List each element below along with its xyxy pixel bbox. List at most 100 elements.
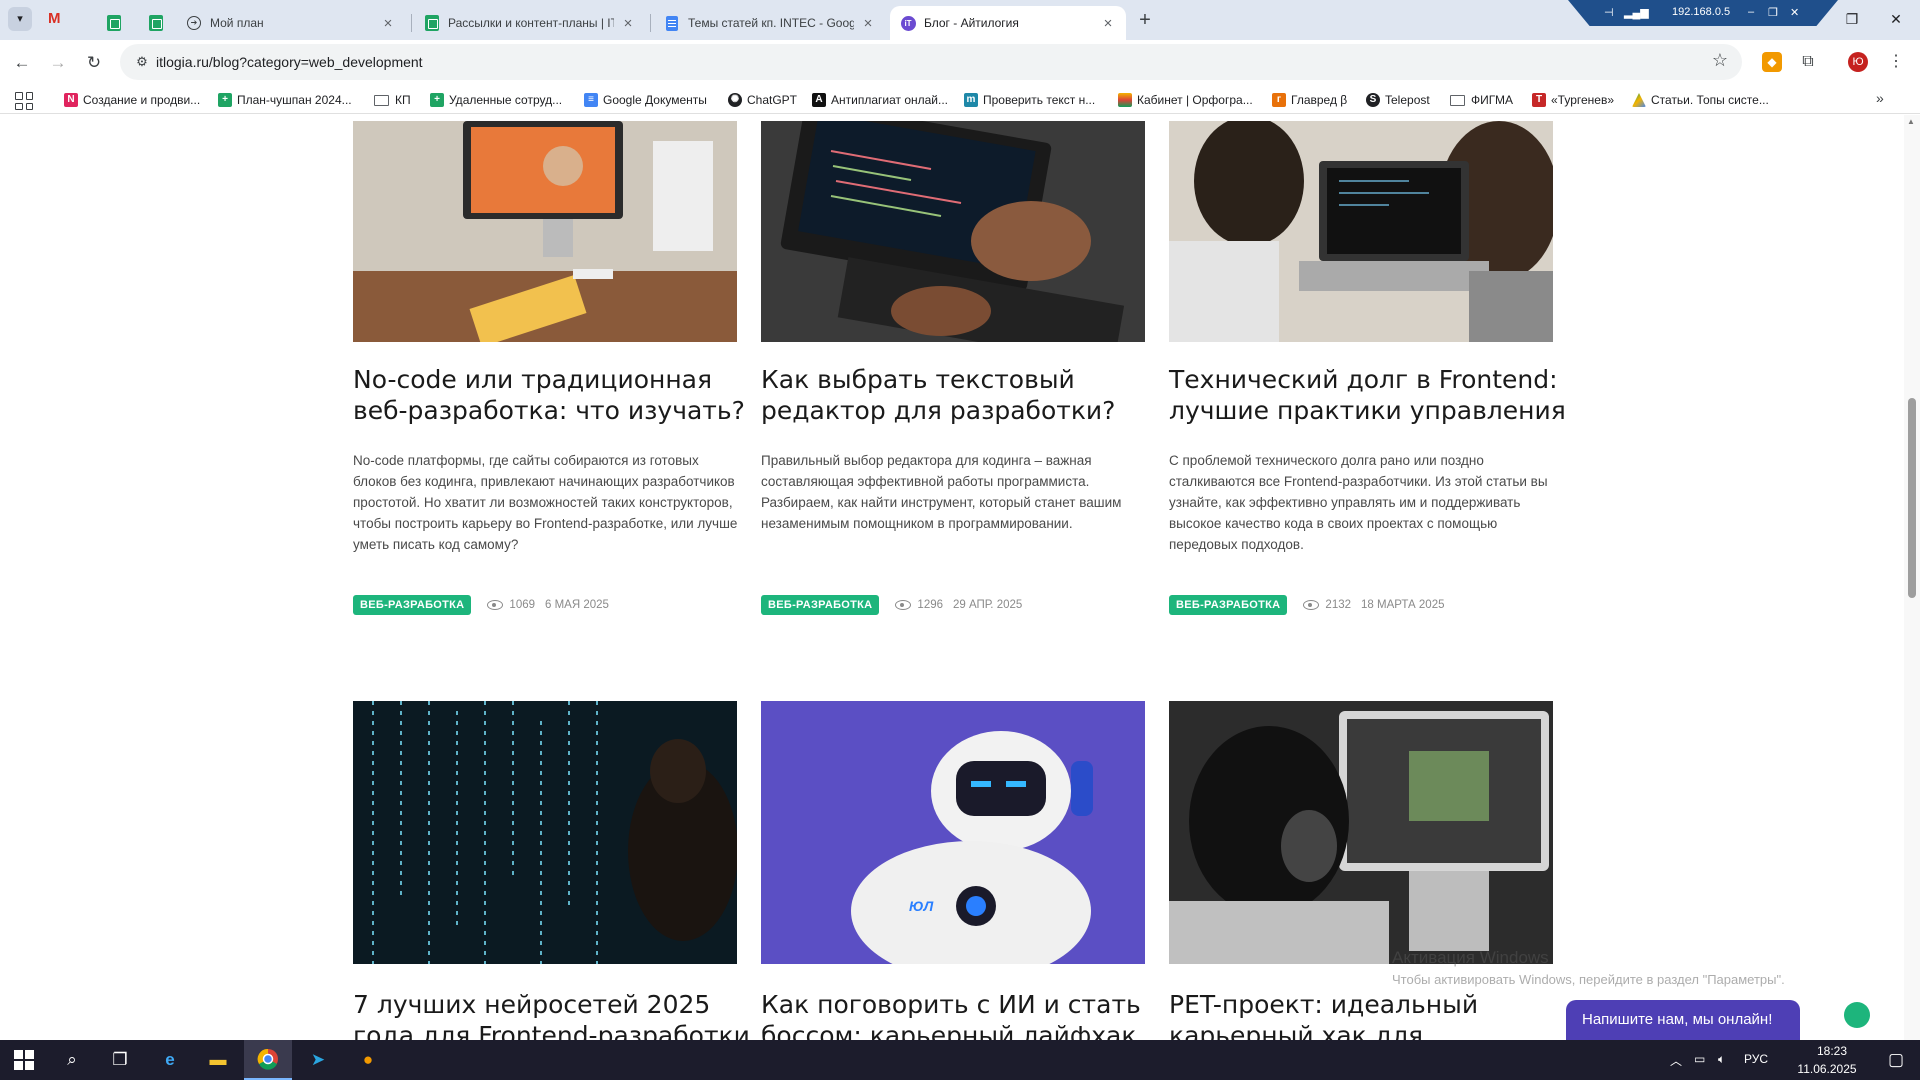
bookmark-folder[interactable]: ФИГМА (1450, 90, 1513, 110)
matrix-code-image (353, 701, 737, 964)
close-window-icon[interactable]: ✕ (1876, 6, 1916, 32)
tab-my-plan[interactable]: ➔ Мой план × (176, 6, 406, 40)
bookmark-item[interactable]: + План-чушпан 2024... (218, 90, 352, 110)
tab-article-topics[interactable]: Темы статей кп. INTEC - Goog × (654, 6, 886, 40)
extensions-puzzle-icon[interactable]: ⧉ (1798, 52, 1818, 72)
bookmark-item[interactable]: Статьи. Топы систе... (1632, 90, 1769, 110)
scroll-up-arrow-icon[interactable]: ▲ (1907, 117, 1915, 126)
bookmark-item[interactable]: T «Тургенев» (1532, 90, 1614, 110)
bookmark-item[interactable]: ✺ ChatGPT (728, 90, 797, 110)
network-icon[interactable]: ▭ (1694, 1052, 1705, 1066)
profile-avatar[interactable]: Ю (1848, 52, 1868, 72)
bookmark-item[interactable]: + Удаленные сотруд... (430, 90, 562, 110)
tab-mailings[interactable]: Рассылки и контент-планы | IT × (414, 6, 646, 40)
back-arrow-icon[interactable]: ← (8, 49, 36, 77)
team-laptop-image (1169, 121, 1553, 342)
robot-label: ЮЛ (909, 898, 934, 914)
page-scrollbar[interactable]: ▲ (1904, 115, 1920, 1040)
language-indicator[interactable]: РУС (1744, 1052, 1768, 1066)
chat-widget-button[interactable]: Напишите нам, мы онлайн! (1566, 1000, 1800, 1040)
address-bar[interactable]: ⚙ itlogia.ru/blog?category=web_developme… (120, 44, 1742, 80)
volume-icon[interactable]: 🔈︎ (1718, 1052, 1725, 1067)
bookmark-item[interactable]: Кабинет | Орфогра... (1118, 90, 1253, 110)
scroll-thumb[interactable] (1908, 398, 1916, 598)
article-image[interactable] (353, 701, 737, 964)
article-image[interactable] (761, 121, 1145, 342)
article-image[interactable]: ЮЛ (761, 701, 1145, 964)
bookmark-label: ChatGPT (747, 93, 798, 107)
vpn-minimize-icon[interactable]: – (1748, 6, 1754, 18)
bookmark-item[interactable]: г Главред β (1272, 90, 1347, 110)
view-count: 1296 (917, 599, 944, 611)
new-tab-button[interactable]: + (1132, 8, 1158, 34)
tab-blog-active[interactable]: iT Блог - Айтилогия × (890, 6, 1126, 40)
yandex-app-icon[interactable]: ● (344, 1040, 392, 1080)
bookmark-label: Главред β (1291, 93, 1348, 107)
telegram-icon[interactable]: ➤ (294, 1040, 342, 1080)
article-title[interactable]: Как выбрать текстовый редактор для разра… (761, 364, 1161, 426)
article-image[interactable] (353, 121, 737, 342)
tab-sheets-pinned-2[interactable] (138, 6, 168, 40)
article-image[interactable] (1169, 701, 1553, 964)
tab-search-button[interactable]: ▾ (8, 7, 32, 31)
bookmark-label: Проверить текст н... (983, 93, 1096, 107)
article-title[interactable]: PET-проект: идеальный карьерный хак для (1169, 989, 1569, 1040)
article-image[interactable] (1169, 121, 1553, 342)
article-card[interactable]: No-code или традиционная веб-разработка:… (353, 115, 745, 635)
reload-icon[interactable]: ↻ (80, 49, 108, 77)
notifications-icon[interactable]: ▢ (1872, 1040, 1920, 1080)
tab-sheets-pinned[interactable] (96, 6, 126, 40)
article-title[interactable]: Как поговорить с ИИ и стать боссом: карь… (761, 989, 1161, 1040)
close-tab-icon[interactable]: × (620, 15, 636, 32)
bookmark-item[interactable]: A Антиплагиат онлай... (812, 90, 948, 110)
article-card[interactable]: ЮЛ Как поговорить с ИИ и стать боссом: к… (761, 701, 1145, 1040)
extension-shield-icon[interactable]: ◆ (1762, 52, 1782, 72)
bookmark-item[interactable]: m Проверить текст н... (964, 90, 1095, 110)
article-card[interactable]: PET-проект: идеальный карьерный хак для (1169, 701, 1553, 1040)
bookmark-folder[interactable]: КП (374, 90, 411, 110)
close-tab-icon[interactable]: × (1100, 15, 1116, 32)
bookmark-star-icon[interactable]: ☆ (1712, 50, 1728, 71)
apps-grid-icon[interactable] (15, 92, 33, 110)
site-info-icon[interactable]: ⚙ (132, 52, 152, 72)
gmail-tab-icon[interactable]: M (48, 10, 70, 28)
article-card[interactable]: Технический долг в Frontend: лучшие прак… (1169, 115, 1566, 635)
article-card[interactable]: 7 лучших нейросетей 2025 года для Fronte… (353, 701, 750, 1040)
start-button[interactable] (0, 1040, 48, 1080)
article-card[interactable]: Как выбрать текстовый редактор для разра… (761, 115, 1145, 635)
menu-kebab-icon[interactable]: ⋮ (1886, 52, 1906, 72)
more-bookmarks-icon[interactable]: » (1876, 90, 1884, 106)
url-text[interactable]: itlogia.ru/blog?category=web_development (156, 54, 423, 70)
article-description: Правильный выбор редактора для кодинга –… (761, 453, 1122, 531)
category-badge[interactable]: ВЕБ-РАЗРАБОТКА (761, 595, 880, 615)
chrome-icon[interactable] (244, 1040, 292, 1080)
tray-chevron-icon[interactable]: ︿ (1670, 1052, 1682, 1069)
article-title[interactable]: Технический долг в Frontend: лучшие прак… (1169, 364, 1569, 426)
close-tab-icon[interactable]: × (380, 15, 396, 32)
category-badge[interactable]: ВЕБ-РАЗРАБОТКА (353, 595, 472, 615)
article-meta: ВЕБ-РАЗРАБОТКА 1069 6 МАЯ 2025 (353, 595, 609, 615)
bookmark-item[interactable]: ≡ Google Документы (584, 90, 707, 110)
category-badge[interactable]: ВЕБ-РАЗРАБОТКА (1169, 595, 1288, 615)
bookmark-label: Создание и продви... (83, 93, 201, 107)
sheets-icon (148, 15, 164, 31)
vpn-restore-icon[interactable]: ❐ (1768, 6, 1778, 19)
vpn-close-icon[interactable]: ✕ (1790, 6, 1799, 19)
search-icon[interactable]: ⌕ (48, 1040, 96, 1080)
tab-title: Рассылки и контент-планы | IT (448, 16, 614, 30)
task-view-icon[interactable]: ❐ (96, 1040, 144, 1080)
bookmark-item[interactable]: S Telepost (1366, 90, 1430, 110)
chat-status-dot[interactable] (1844, 1002, 1870, 1028)
clock-date[interactable]: 11.06.2025 (1792, 1062, 1862, 1076)
robot-image (761, 701, 1145, 964)
clock-time[interactable]: 18:23 (1802, 1044, 1862, 1058)
bookmark-item[interactable]: N Создание и продви... (64, 90, 200, 110)
article-title[interactable]: No-code или традиционная веб-разработка:… (353, 364, 753, 426)
edge-browser-icon[interactable]: e (146, 1040, 194, 1080)
article-title[interactable]: 7 лучших нейросетей 2025 года для Fronte… (353, 989, 753, 1040)
restore-window-icon[interactable]: ❐ (1832, 6, 1872, 32)
file-explorer-icon[interactable]: ▬ (194, 1040, 242, 1080)
forward-arrow-icon[interactable]: → (44, 49, 72, 77)
pin-icon[interactable]: ⊣ (1604, 6, 1614, 19)
close-tab-icon[interactable]: × (860, 15, 876, 32)
